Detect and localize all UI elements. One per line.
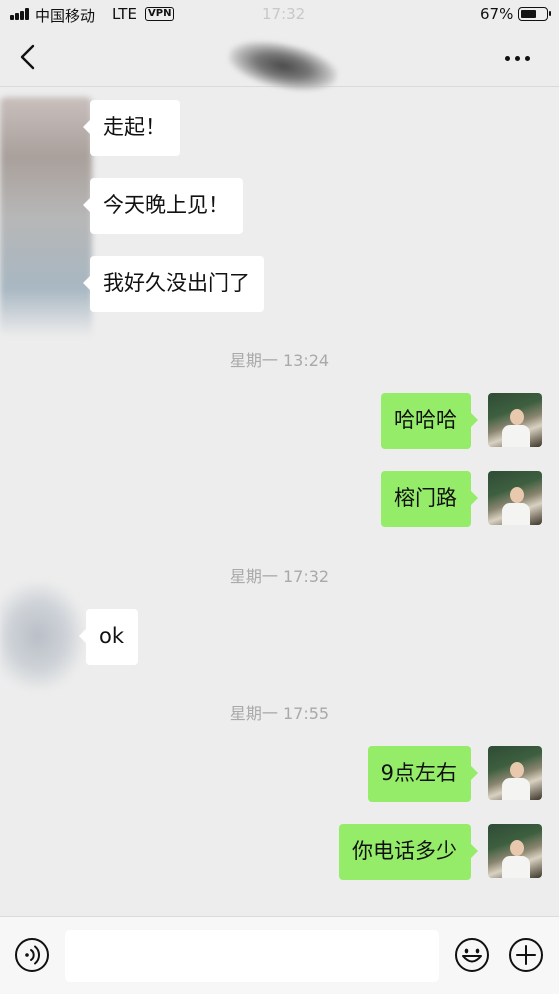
- message-bubble-incoming[interactable]: 走起！: [83, 100, 180, 156]
- input-bar: [0, 916, 559, 994]
- status-bar: 中国移动 LTE VPN 17:32 67%: [0, 0, 559, 30]
- emoji-button[interactable]: [454, 937, 490, 973]
- signal-icon: [10, 8, 32, 20]
- my-avatar[interactable]: [488, 824, 542, 878]
- message-timestamp: 星期一 17:32: [229, 567, 330, 586]
- more-actions-button[interactable]: [508, 937, 544, 973]
- message-bubble-outgoing[interactable]: 榕门路: [381, 471, 478, 527]
- vpn-badge: VPN: [145, 7, 175, 21]
- more-button[interactable]: [505, 54, 535, 64]
- my-avatar[interactable]: [488, 471, 542, 525]
- carrier-label: 中国移动: [35, 7, 96, 25]
- emoji-icon: [455, 938, 489, 972]
- voice-icon: [15, 938, 49, 972]
- clock: 17:32: [262, 5, 306, 23]
- contact-avatar[interactable]: [0, 583, 84, 689]
- message-bubble-incoming[interactable]: 我好久没出门了: [83, 256, 264, 312]
- voice-button[interactable]: [14, 937, 50, 973]
- network-label: LTE: [112, 5, 137, 23]
- message-bubble-outgoing[interactable]: 9点左右: [367, 746, 479, 802]
- back-button[interactable]: [14, 42, 44, 72]
- battery-icon: [518, 7, 551, 21]
- message-bubble-outgoing[interactable]: 哈哈哈: [381, 393, 478, 449]
- message-list: 走起！ 今天晚上见！ 我好久没出门了 星期一 13:24 哈哈哈 榕门路 星期一…: [0, 87, 559, 915]
- chevron-left-icon: [20, 44, 35, 70]
- chat-header: [0, 30, 559, 99]
- plus-icon: [509, 938, 543, 972]
- my-avatar[interactable]: [488, 746, 542, 800]
- message-bubble-incoming[interactable]: 今天晚上见！: [83, 178, 243, 234]
- message-bubble-outgoing[interactable]: 你电话多少: [339, 824, 478, 880]
- contact-avatar[interactable]: [0, 97, 92, 337]
- message-timestamp: 星期一 13:24: [229, 351, 330, 370]
- my-avatar[interactable]: [488, 393, 542, 447]
- message-timestamp: 星期一 17:55: [229, 704, 330, 723]
- message-input[interactable]: [65, 930, 439, 982]
- battery-percent: 67%: [480, 5, 514, 23]
- message-bubble-incoming[interactable]: ok: [78, 609, 139, 665]
